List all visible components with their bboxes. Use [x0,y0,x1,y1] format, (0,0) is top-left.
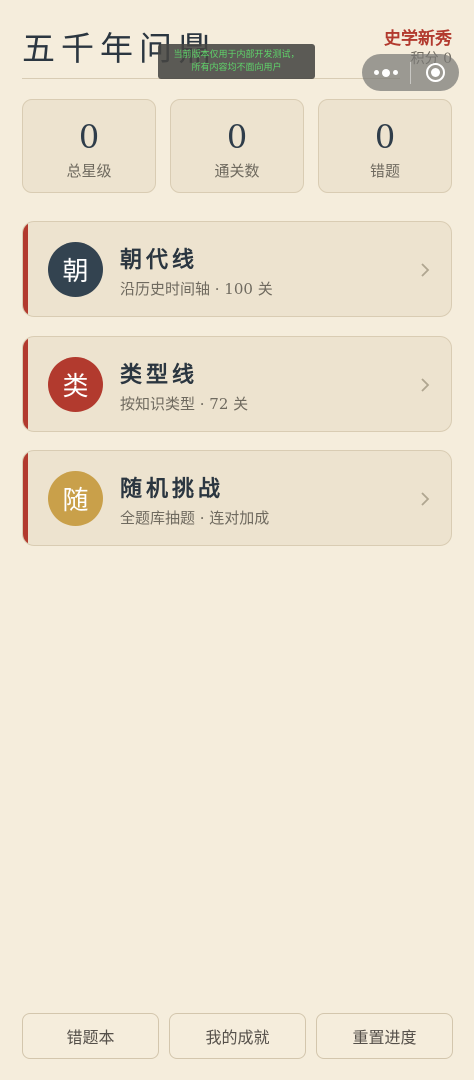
miniprogram-capsule [362,54,459,91]
mode-description: 按知识类型 · 72 关 [120,395,249,413]
accent-bar [23,222,28,316]
rank-title: 史学新秀 [384,29,452,49]
accent-bar [23,337,28,431]
mode-title: 朝代线 [120,247,199,273]
mode-title: 类型线 [120,362,199,388]
stat-label: 通关数 [214,162,260,180]
mode-card-random-challenge[interactable]: 随 随机挑战 全题库抽题 · 连对加成 [22,450,452,546]
dev-notice-line-2: 所有内容均不面向用户 [191,62,282,73]
mode-badge: 随 [48,471,103,526]
home-screen: 五千年问鼎 史学新秀 积分 0 当前版本仅用于内部开发测试， 所有内容均不面向用… [0,0,474,1080]
stat-card-cleared-levels: 0 通关数 [170,99,304,193]
chevron-right-icon [421,263,430,277]
stat-label: 总星级 [66,162,112,180]
close-button[interactable] [411,54,459,91]
more-button[interactable] [362,54,410,91]
stat-card-total-stars: 0 总星级 [22,99,156,193]
stat-card-wrong-questions: 0 错题 [318,99,452,193]
stat-label: 错题 [369,162,400,180]
mode-badge: 类 [48,357,103,412]
mode-card-dynasty[interactable]: 朝 朝代线 沿历史时间轴 · 100 关 [22,221,452,317]
more-dots-icon [374,68,398,77]
mode-title: 随机挑战 [120,476,225,502]
mode-card-category[interactable]: 类 类型线 按知识类型 · 72 关 [22,336,452,432]
reset-progress-button[interactable]: 重置进度 [316,1013,453,1059]
mode-badge: 朝 [48,242,103,297]
accent-bar [23,451,28,545]
wrong-book-button[interactable]: 错题本 [22,1013,159,1059]
dev-notice-banner: 当前版本仅用于内部开发测试， 所有内容均不面向用户 [158,44,315,79]
achievements-button[interactable]: 我的成就 [169,1013,306,1059]
stat-value: 0 [374,118,396,156]
dev-notice-line-1: 当前版本仅用于内部开发测试， [173,49,300,60]
mode-description: 全题库抽题 · 连对加成 [120,509,270,527]
stat-value: 0 [78,118,100,156]
mode-description: 沿历史时间轴 · 100 关 [120,280,273,298]
target-close-icon [425,63,445,82]
chevron-right-icon [421,492,430,506]
stat-value: 0 [226,118,248,156]
chevron-right-icon [421,378,430,392]
